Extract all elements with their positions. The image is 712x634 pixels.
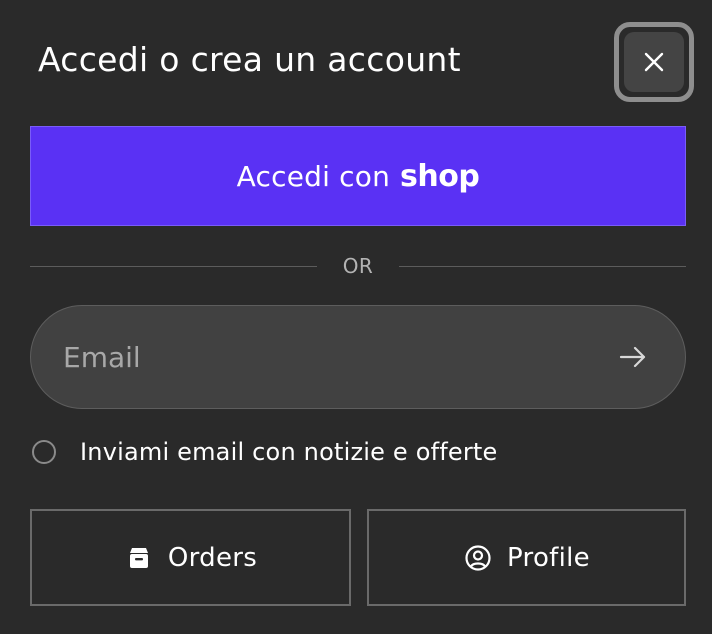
email-submit-button[interactable] (603, 327, 663, 387)
newsletter-label[interactable]: Inviami email con notizie e offerte (80, 438, 498, 466)
close-button-inner[interactable] (624, 32, 684, 92)
close-icon (644, 52, 664, 72)
email-input[interactable] (31, 305, 603, 409)
close-button[interactable] (614, 22, 694, 102)
store-box-icon (124, 543, 154, 573)
profile-label: Profile (507, 542, 590, 573)
newsletter-checkbox[interactable] (32, 440, 56, 464)
profile-button[interactable]: Profile (367, 509, 686, 606)
orders-button[interactable]: Orders (30, 509, 351, 606)
divider-line-left (30, 265, 317, 267)
shop-button-label: Accedi con (236, 159, 391, 193)
orders-label: Orders (167, 542, 258, 573)
newsletter-option[interactable]: Inviami email con notizie e offerte (32, 434, 498, 470)
shop-logo: shop (400, 158, 480, 194)
user-circle-icon (463, 543, 493, 573)
or-divider: OR (30, 254, 687, 278)
dialog-title: Accedi o crea un account (38, 40, 461, 79)
arrow-right-icon (619, 346, 646, 368)
email-field-container (30, 305, 686, 409)
login-with-shop-button[interactable]: Accedi con shop (30, 126, 686, 226)
divider-line-right (399, 265, 687, 267)
divider-text: OR (342, 254, 374, 278)
